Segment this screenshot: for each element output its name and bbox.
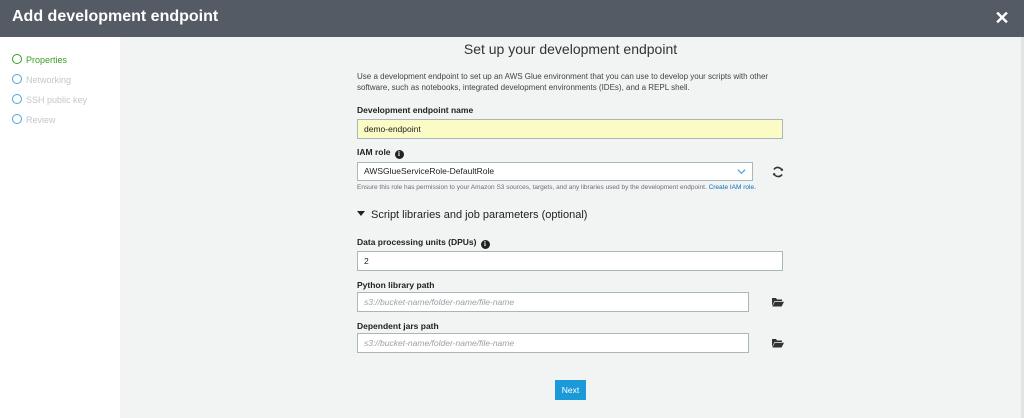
jars-path-input[interactable]: s3://bucket-name/folder-name/file-name — [357, 333, 749, 353]
iam-role-selected-value: AWSGlueServiceRole-DefaultRole — [364, 166, 495, 176]
python-path-label: Python library path — [357, 280, 435, 290]
chevron-down-icon — [737, 169, 746, 175]
step-circle-icon — [12, 114, 22, 124]
folder-open-icon[interactable] — [771, 295, 785, 309]
wizard-sidebar: Properties Networking SSH public key Rev… — [0, 37, 120, 418]
folder-open-icon[interactable] — [771, 336, 785, 350]
step-circle-icon — [12, 54, 22, 64]
step-label: Properties — [26, 55, 68, 65]
create-iam-role-link[interactable]: Create IAM role. — [709, 184, 756, 191]
script-libraries-expander[interactable]: Script libraries and job parameters (opt… — [357, 209, 587, 221]
iam-role-select[interactable]: AWSGlueServiceRole-DefaultRole — [357, 162, 753, 181]
step-label: Networking — [26, 75, 72, 85]
dpus-label: Data processing units (DPUs) i — [357, 237, 490, 249]
title-bar: Add development endpoint ✕ — [0, 0, 1024, 37]
endpoint-name-input[interactable]: demo-endpoint — [357, 119, 783, 139]
main-panel: Set up your development endpoint Use a d… — [120, 37, 1021, 418]
step-label: Review — [26, 115, 56, 125]
dialog-title: Add development endpoint — [12, 8, 219, 25]
page-heading: Set up your development endpoint — [463, 41, 678, 57]
page-description: Use a development endpoint to set up an … — [357, 72, 769, 92]
iam-role-label: IAM role i — [357, 147, 404, 159]
step-label: SSH public key — [26, 95, 88, 105]
info-icon[interactable]: i — [480, 240, 490, 249]
caret-down-icon — [357, 211, 365, 216]
iam-role-label-text: IAM role — [357, 147, 391, 157]
iam-role-help-text: Ensure this role has permission to your … — [357, 184, 707, 191]
python-path-input[interactable]: s3://bucket-name/folder-name/file-name — [357, 292, 749, 312]
dpus-label-text: Data processing units (DPUs) — [357, 237, 477, 247]
close-icon[interactable]: ✕ — [992, 8, 1012, 28]
jars-path-label: Dependent jars path — [357, 321, 439, 331]
info-icon[interactable]: i — [394, 150, 404, 159]
step-circle-icon — [12, 74, 22, 84]
expander-label: Script libraries and job parameters (opt… — [371, 209, 588, 221]
endpoint-name-label: Development endpoint name — [357, 105, 474, 115]
next-button[interactable]: Next — [555, 380, 586, 400]
iam-role-help: Ensure this role has permission to your … — [357, 183, 787, 193]
dpus-input[interactable]: 2 — [357, 251, 783, 271]
step-circle-icon — [12, 94, 22, 104]
refresh-icon[interactable] — [771, 165, 785, 179]
